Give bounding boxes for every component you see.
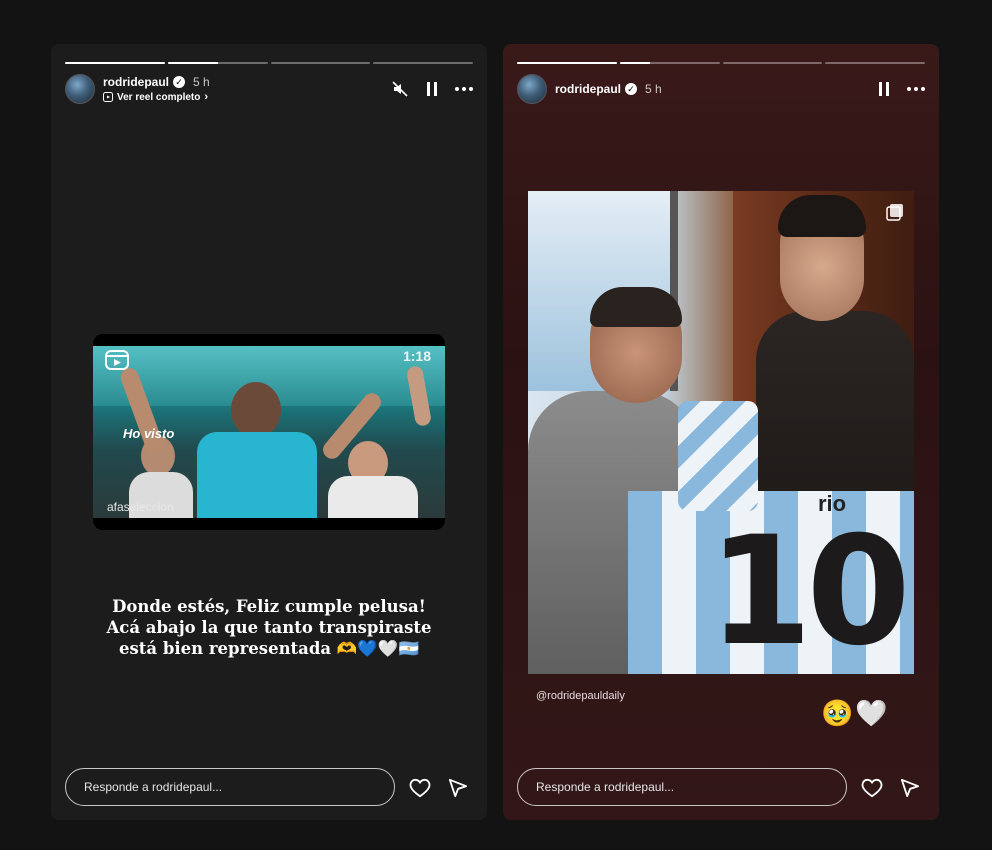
progress-segment	[373, 62, 473, 64]
verified-badge-icon: ✓	[625, 83, 638, 95]
mention-tag[interactable]: @rodridepauldaily	[536, 690, 625, 702]
shared-reel-card[interactable]: 1:18 Ho visto afaseleccion	[93, 334, 445, 530]
jersey-number: 10	[708, 505, 911, 674]
person-right-hair	[778, 195, 866, 237]
send-icon	[900, 778, 920, 798]
story-header: rodridepaul ✓ 5 h	[517, 72, 925, 106]
pause-button[interactable]	[875, 80, 893, 98]
header-text: rodridepaul ✓ 5 h Ver reel completo ›	[103, 75, 210, 103]
chevron-right-icon: ›	[204, 91, 209, 103]
pause-icon	[427, 82, 437, 96]
heart-icon	[409, 778, 431, 798]
more-options-button[interactable]	[907, 80, 925, 98]
white-heart-emoji: 🤍	[855, 698, 888, 728]
story-header: rodridepaul ✓ 5 h Ver reel completo ›	[65, 72, 473, 106]
emoji-sticker: 🥹 🤍	[821, 699, 888, 727]
more-horizontal-icon	[455, 87, 473, 91]
story-panel-right: rodridepaul ✓ 5 h 10 rio @rodridepauldai	[503, 44, 939, 820]
full-reel-link[interactable]: Ver reel completo ›	[103, 91, 210, 103]
post-time: 5 h	[645, 82, 662, 96]
multi-photo-icon	[886, 204, 903, 221]
more-horizontal-icon	[907, 87, 925, 91]
send-button[interactable]	[899, 777, 921, 799]
reply-actions	[409, 777, 469, 799]
reel-icon	[103, 92, 113, 102]
verified-badge-icon: ✓	[173, 76, 186, 88]
jersey-name: rio	[818, 491, 847, 516]
progress-fill	[517, 62, 617, 64]
reel-handle: afaseleccion	[107, 500, 174, 514]
progress-segment	[517, 62, 617, 64]
progress-fill	[167, 62, 218, 64]
reel-overlay-text: Ho visto	[123, 426, 175, 441]
story-panel-left: rodridepaul ✓ 5 h Ver reel completo › 1:…	[51, 44, 487, 820]
send-icon	[448, 778, 468, 798]
progress-segment	[619, 62, 720, 64]
reel-duration: 1:18	[402, 348, 431, 364]
avatar[interactable]	[517, 74, 547, 104]
jersey-sleeve	[678, 401, 758, 511]
like-button[interactable]	[861, 777, 883, 799]
reply-input[interactable]: Responde a rodridepaul...	[517, 768, 847, 806]
fan-shirt	[197, 432, 317, 518]
header-actions	[875, 80, 925, 98]
story-caption: Donde estés, Feliz cumple pelusa! Acá ab…	[91, 596, 447, 659]
pause-icon	[879, 82, 889, 96]
person-left-hair	[590, 287, 682, 327]
username[interactable]: rodridepaul	[103, 75, 169, 89]
reply-actions	[861, 777, 921, 799]
heart-icon	[861, 778, 883, 798]
progress-segment	[167, 62, 268, 64]
speaker-muted-icon	[392, 81, 408, 97]
caption-line: Donde estés, Feliz cumple pelusa!	[112, 597, 426, 616]
progress-fill	[65, 62, 165, 64]
like-button[interactable]	[409, 777, 431, 799]
reel-icon	[105, 350, 129, 370]
pause-button[interactable]	[423, 80, 441, 98]
full-reel-label: Ver reel completo	[117, 91, 201, 103]
progress-segment	[825, 62, 925, 64]
header-text: rodridepaul ✓ 5 h	[555, 82, 662, 96]
send-button[interactable]	[447, 777, 469, 799]
story-progress-bar	[517, 62, 925, 64]
progress-segment	[722, 62, 823, 64]
reply-placeholder: Responde a rodridepaul...	[84, 780, 223, 794]
mute-button[interactable]	[391, 80, 409, 98]
story-progress-bar	[65, 62, 473, 64]
progress-fill	[619, 62, 650, 64]
username[interactable]: rodridepaul	[555, 82, 621, 96]
pleading-face-emoji: 🥹	[821, 698, 854, 728]
reply-placeholder: Responde a rodridepaul...	[536, 780, 675, 794]
caption-line: está bien representada 🫶💙🤍🇦🇷	[118, 639, 420, 658]
story-photo: 10 rio	[528, 191, 914, 674]
post-time: 5 h	[193, 75, 210, 89]
caption-line: Acá abajo la que tanto transpiraste	[106, 618, 432, 637]
avatar[interactable]	[65, 74, 95, 104]
reply-input[interactable]: Responde a rodridepaul...	[65, 768, 395, 806]
fan-head	[231, 382, 281, 438]
progress-segment	[65, 62, 165, 64]
progress-segment	[270, 62, 371, 64]
more-options-button[interactable]	[455, 80, 473, 98]
header-actions	[391, 80, 473, 98]
fan-shirt	[328, 476, 418, 518]
